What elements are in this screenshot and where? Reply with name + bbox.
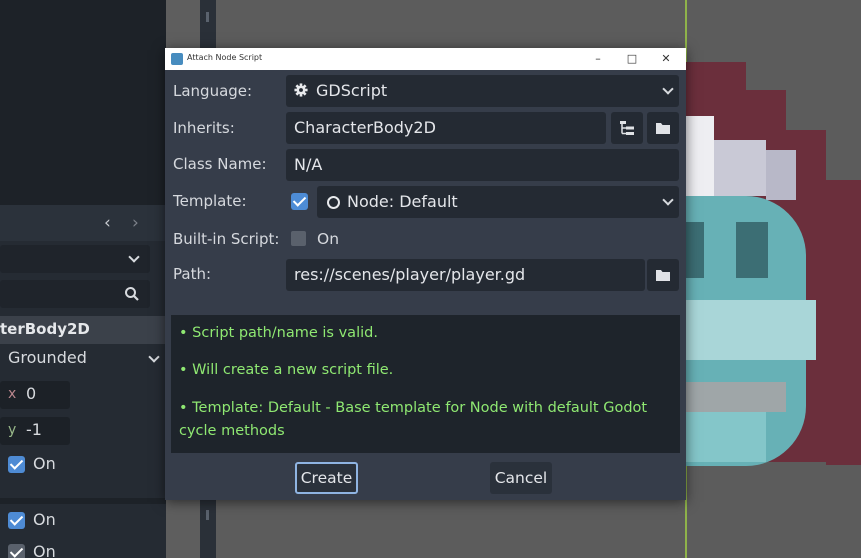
inspector-object-dropdown[interactable] bbox=[0, 245, 150, 273]
up-direction-x-field[interactable]: x 0 bbox=[0, 381, 70, 409]
language-value: GDScript bbox=[316, 81, 388, 100]
inspector-check-label: On bbox=[33, 510, 56, 529]
dialog-title: Attach Node Script bbox=[187, 53, 263, 62]
cancel-button[interactable]: Cancel bbox=[490, 462, 552, 494]
inspector-separator bbox=[0, 498, 166, 504]
motion-mode-dropdown[interactable]: Grounded bbox=[0, 345, 166, 373]
create-button[interactable]: Create bbox=[295, 462, 358, 494]
folder-icon bbox=[656, 270, 670, 281]
inspector-check-row[interactable]: On bbox=[0, 540, 166, 558]
chevron-right-icon[interactable]: › bbox=[132, 213, 139, 233]
up-direction-x-row: x 0 bbox=[0, 381, 166, 409]
validation-message: • Will create a new script file. bbox=[179, 362, 394, 378]
inspector-top-area bbox=[0, 0, 166, 205]
inspector-class-header: terBody2D bbox=[0, 316, 166, 344]
chevron-down-icon bbox=[128, 251, 140, 263]
inspector-check-row[interactable]: On bbox=[0, 452, 166, 478]
template-label: Template: bbox=[173, 192, 247, 210]
inspector-check-label: On bbox=[33, 454, 56, 473]
chevron-down-icon bbox=[662, 83, 674, 95]
inherits-label: Inherits: bbox=[173, 119, 235, 137]
template-value: Node: Default bbox=[347, 192, 458, 211]
minimize-button[interactable]: – bbox=[587, 50, 609, 68]
inspector-filter-input[interactable] bbox=[0, 280, 150, 308]
up-direction-y-value: -1 bbox=[26, 420, 42, 439]
gear-icon bbox=[294, 83, 308, 97]
validation-message: • Template: Default - Base template for … bbox=[179, 400, 648, 439]
up-direction-x-value: 0 bbox=[26, 384, 37, 403]
folder-icon bbox=[656, 123, 670, 134]
checkbox-icon[interactable] bbox=[8, 512, 25, 529]
attach-node-script-dialog: Attach Node Script – □ ✕ Language: GDScr… bbox=[165, 48, 686, 500]
path-label: Path: bbox=[173, 265, 212, 283]
language-select[interactable]: GDScript bbox=[286, 75, 679, 107]
path-value: res://scenes/player/player.gd bbox=[294, 265, 526, 284]
inherits-input[interactable]: CharacterBody2D bbox=[286, 112, 606, 144]
close-button[interactable]: ✕ bbox=[655, 50, 677, 68]
checkbox-icon[interactable] bbox=[8, 456, 25, 473]
chevron-down-icon bbox=[148, 351, 160, 363]
template-checkbox[interactable] bbox=[291, 193, 308, 210]
node-circle-icon bbox=[327, 196, 340, 209]
validation-message: • Script path/name is valid. bbox=[179, 325, 378, 341]
search-icon bbox=[125, 287, 139, 301]
language-label: Language: bbox=[173, 82, 253, 100]
inspector-panel: ‹ › terBody2D Grounded x 0 y -1 On On On bbox=[0, 0, 166, 558]
inherits-tree-button[interactable] bbox=[611, 112, 643, 144]
x-axis-label: x bbox=[8, 386, 17, 402]
builtin-script-label: Built-in Script: bbox=[173, 230, 280, 248]
inspector-check-row[interactable]: On bbox=[0, 508, 166, 534]
dialog-titlebar[interactable]: Attach Node Script – □ ✕ bbox=[165, 48, 686, 70]
tree-icon bbox=[620, 121, 634, 135]
inspector-history-bar bbox=[0, 205, 166, 241]
checkbox-icon[interactable] bbox=[8, 544, 25, 558]
inherits-browse-button[interactable] bbox=[647, 112, 679, 144]
up-direction-y-field[interactable]: y -1 bbox=[0, 417, 70, 445]
y-axis-label: y bbox=[8, 422, 17, 438]
up-direction-y-row: y -1 bbox=[0, 417, 166, 445]
builtin-script-on-label: On bbox=[317, 230, 340, 248]
validation-messages-panel: • Script path/name is valid. • Will crea… bbox=[171, 315, 680, 453]
chevron-left-icon[interactable]: ‹ bbox=[104, 213, 111, 233]
class-name-label: Class Name: bbox=[173, 155, 267, 173]
godot-app-icon bbox=[171, 53, 183, 65]
path-input[interactable]: res://scenes/player/player.gd bbox=[286, 259, 645, 291]
class-name-value: N/A bbox=[294, 155, 323, 174]
class-name-input[interactable]: N/A bbox=[286, 149, 679, 181]
inspector-check-label: On bbox=[33, 542, 56, 558]
builtin-script-checkbox[interactable] bbox=[291, 231, 306, 246]
chevron-down-icon bbox=[662, 194, 674, 206]
inherits-value: CharacterBody2D bbox=[294, 118, 436, 137]
motion-mode-value: Grounded bbox=[8, 348, 87, 367]
path-browse-button[interactable] bbox=[647, 259, 679, 291]
maximize-button[interactable]: □ bbox=[621, 50, 643, 68]
template-select[interactable]: Node: Default bbox=[317, 186, 679, 218]
